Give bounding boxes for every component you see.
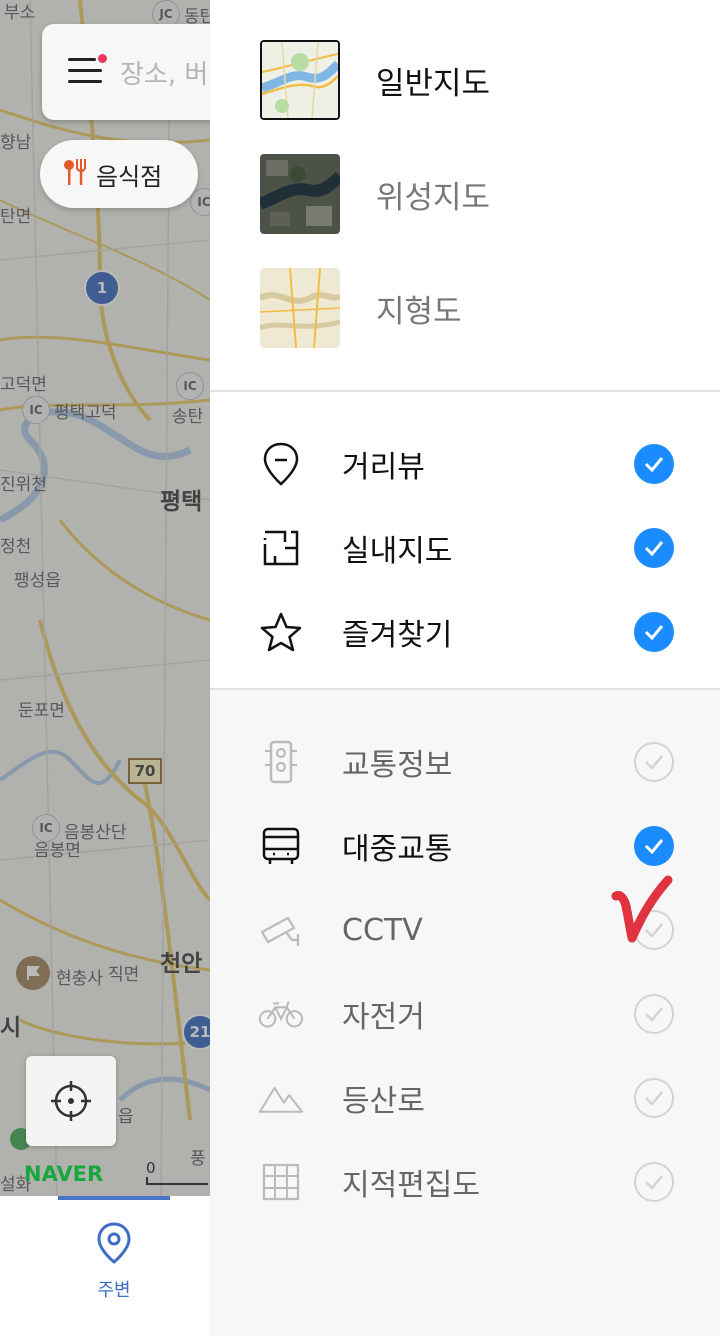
normal-map-thumbnail (260, 40, 340, 120)
pin-icon (258, 441, 304, 487)
food-chip-label: 음식점 (96, 162, 163, 191)
check-icon (645, 1175, 663, 1190)
layer-cctv-label: CCTV (342, 912, 423, 948)
streetview-checkbox[interactable] (634, 444, 674, 484)
grid-icon (258, 1159, 304, 1205)
layer-cadastral-label: 지적편집도 (342, 1168, 480, 1203)
favorites-checkbox[interactable] (634, 612, 674, 652)
cctv-icon (258, 907, 304, 953)
menu-icon[interactable] (68, 54, 108, 88)
layer-hiking-trail-label: 등산로 (342, 1084, 425, 1119)
star-icon (258, 609, 304, 655)
layer-streetview[interactable]: 거리뷰 (210, 422, 720, 506)
check-icon (644, 625, 664, 641)
satellite-map-thumbnail (260, 154, 340, 234)
check-icon (644, 457, 664, 473)
tab-nearby-label: 주변 (97, 1280, 131, 1301)
active-tab-indicator (58, 1196, 170, 1200)
bus-icon (258, 823, 304, 869)
check-icon (645, 755, 663, 770)
mountain-icon (258, 1075, 304, 1121)
layer-bicycle[interactable]: 자전거 (210, 972, 720, 1056)
layer-traffic-label: 교통정보 (342, 748, 453, 783)
current-location-button[interactable] (26, 1056, 116, 1146)
layer-indoor-map[interactable]: 실내지도 (210, 506, 720, 590)
layer-public-transit-label: 대중교통 (342, 832, 453, 867)
location-pin-icon (97, 1222, 131, 1264)
tab-nearby[interactable]: 주변 (70, 1220, 158, 1310)
crosshair-icon (51, 1081, 91, 1121)
maptype-normal[interactable]: 일반지도 (260, 38, 680, 122)
public-transit-checkbox[interactable] (634, 826, 674, 866)
check-icon (644, 839, 664, 855)
layer-favorites-label: 즐겨찾기 (342, 618, 453, 653)
hiking-trail-checkbox[interactable] (634, 1078, 674, 1118)
maptype-satellite[interactable]: 위성지도 (260, 152, 680, 236)
layer-favorites[interactable]: 즐겨찾기 (210, 590, 720, 674)
check-icon (645, 1091, 663, 1106)
layer-indoor-map-label: 실내지도 (342, 534, 453, 569)
bicycle-checkbox[interactable] (634, 994, 674, 1034)
maptype-terrain-label: 지형도 (376, 293, 462, 330)
traffic-checkbox[interactable] (634, 742, 674, 782)
bicycle-icon (258, 991, 304, 1037)
food-category-chip[interactable]: 음식점 (40, 140, 198, 208)
indoor-map-icon (258, 525, 304, 571)
maptype-normal-label: 일반지도 (376, 65, 491, 102)
naver-logo: NAVER (24, 1162, 104, 1186)
red-check-annotation (611, 875, 673, 943)
fork-knife-icon (60, 157, 90, 191)
layer-cadastral[interactable]: 지적편집도 (210, 1140, 720, 1224)
traffic-light-icon (258, 739, 304, 785)
layer-section-primary: 거리뷰 실내지도 즐겨찾기 (210, 392, 720, 688)
maptype-terrain[interactable]: 지형도 (260, 266, 680, 350)
map-scale: 0 (146, 1158, 208, 1185)
layer-streetview-label: 거리뷰 (342, 450, 425, 485)
layer-traffic[interactable]: 교통정보 (210, 720, 720, 804)
maptype-satellite-label: 위성지도 (376, 179, 491, 216)
layer-section-secondary: 교통정보 대중교통 CCTV 자전거 등산로 지적편집도 (210, 690, 720, 1336)
layer-hiking-trail[interactable]: 등산로 (210, 1056, 720, 1140)
search-input[interactable]: 장소, 버 (120, 54, 208, 91)
terrain-map-thumbnail (260, 268, 340, 348)
indoor-map-checkbox[interactable] (634, 528, 674, 568)
check-icon (644, 541, 664, 557)
layer-bicycle-label: 자전거 (342, 1000, 425, 1035)
map-layer-panel: 일반지도 위성지도 지형도 거리뷰 실내지도 즐겨찾기 교통정보 대중교통 CC… (210, 0, 720, 1336)
check-icon (645, 1007, 663, 1022)
scale-label: 0 (146, 1159, 156, 1177)
cadastral-checkbox[interactable] (634, 1162, 674, 1202)
